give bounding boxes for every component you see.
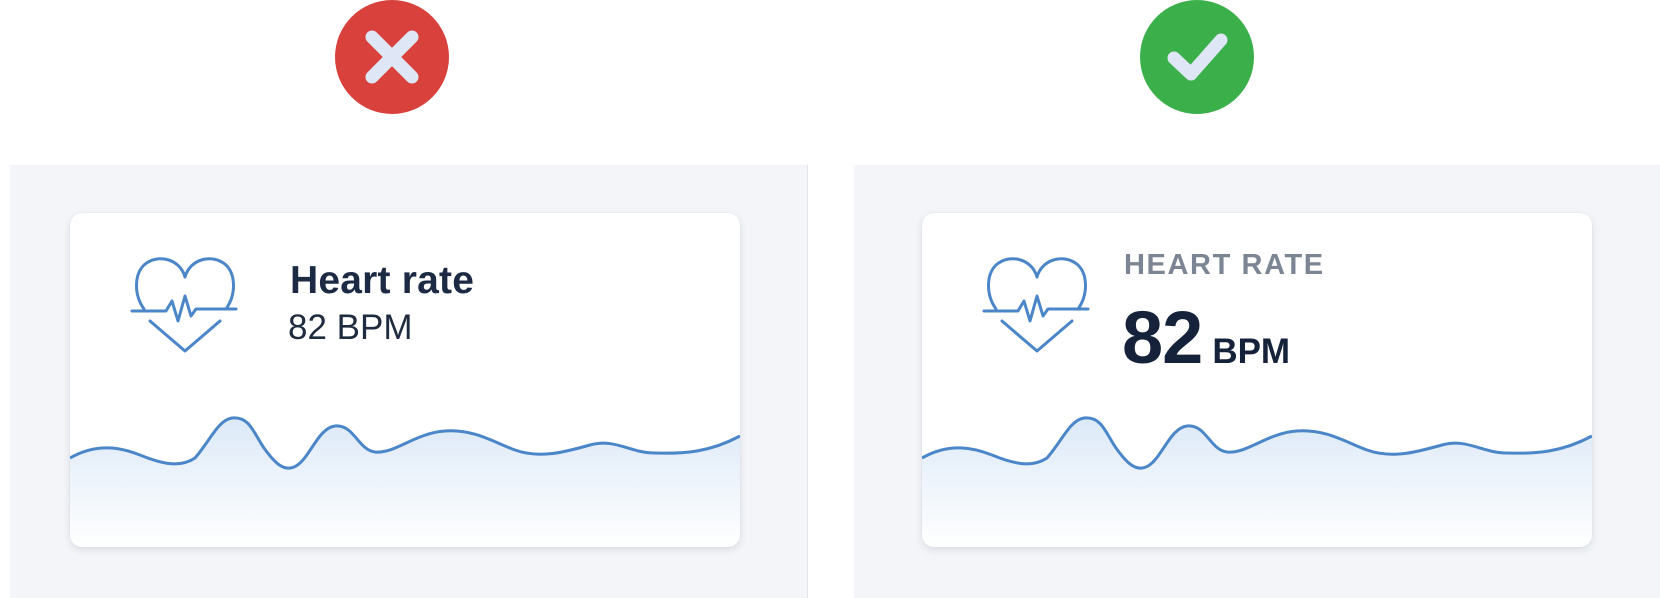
heart-rate-card: HEART RATE 82 BPM: [922, 213, 1592, 547]
close-icon: [335, 0, 449, 114]
incorrect-example-panel: Heart rate 82 BPM: [10, 165, 808, 598]
heart-rate-waveform: [922, 408, 1592, 547]
heart-rate-value: 82 BPM: [1122, 295, 1290, 380]
heart-rate-value: 82 BPM: [288, 308, 413, 347]
incorrect-marker: [335, 0, 449, 114]
heart-rate-number: 82: [1122, 296, 1203, 379]
heart-rate-unit: BPM: [1212, 332, 1291, 371]
heart-rate-waveform: [70, 408, 740, 547]
correct-example-panel: HEART RATE 82 BPM: [854, 165, 1660, 598]
card-label: HEART RATE: [1124, 249, 1325, 281]
check-icon: [1140, 0, 1254, 114]
heart-pulse-icon: [982, 251, 1092, 355]
correct-marker: [1140, 0, 1254, 114]
heart-pulse-icon: [130, 251, 240, 355]
card-title: Heart rate: [290, 259, 475, 302]
heart-rate-card: Heart rate 82 BPM: [70, 213, 740, 547]
